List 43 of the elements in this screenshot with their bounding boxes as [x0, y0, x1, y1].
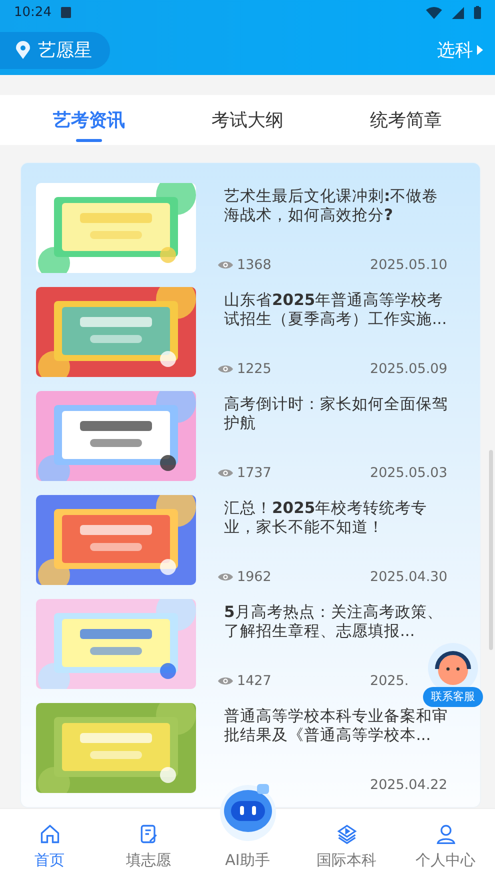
article-title[interactable]: 高考倒计时：家长如何全面保驾护航	[218, 395, 450, 433]
article-title[interactable]: 山东省2025年普通高等学校考试招生（夏季高考）工作实施...	[218, 291, 450, 329]
article-title[interactable]: 汇总！2025年校考转统考专业，家长不能不知道！	[218, 499, 450, 537]
nav-tab[interactable]: AI助手	[198, 776, 297, 880]
article-date: 2025.05.03	[370, 465, 448, 481]
eye-icon	[218, 572, 233, 582]
article-date: 2025.	[370, 673, 410, 689]
user-icon	[434, 823, 456, 845]
article-title[interactable]: 普通高等学校本科专业备案和审批结果及《普通高等学校本...	[218, 707, 450, 745]
layers-icon	[336, 823, 358, 845]
view-count: 1962	[237, 569, 272, 585]
category-tab[interactable]: 艺考资讯	[43, 95, 136, 145]
signal-icon	[452, 6, 464, 18]
eye-icon	[218, 364, 233, 374]
view-count: 1368	[237, 257, 272, 273]
eye-icon	[218, 468, 233, 478]
nav-tab[interactable]: 填志愿	[99, 809, 198, 880]
view-count: 1737	[237, 465, 272, 481]
customer-service-button[interactable]: 联系客服	[423, 643, 483, 707]
eye-icon	[218, 676, 233, 686]
view-count: 1427	[237, 673, 272, 689]
status-time: 10:24	[14, 5, 52, 20]
location-selector[interactable]: 艺愿星	[0, 32, 110, 68]
article-title[interactable]: 5月高考热点：关注高考政策、了解招生章程、志愿填报...	[218, 603, 450, 641]
nav-tab[interactable]: 国际本科	[297, 809, 396, 880]
category-tab[interactable]: 统考简章	[360, 95, 452, 145]
article-date: 2025.04.30	[370, 569, 448, 585]
caret-icon	[477, 45, 483, 55]
location-pin-icon	[16, 41, 30, 59]
view-count: 1225	[237, 361, 272, 377]
home-icon	[38, 823, 60, 845]
eye-icon	[218, 260, 233, 270]
location-text: 艺愿星	[38, 39, 92, 62]
battery-icon	[474, 6, 481, 19]
article-date: 2025.04.22	[370, 777, 448, 793]
nav-tab[interactable]: 个人中心	[396, 809, 495, 880]
nav-tab[interactable]: 首页	[0, 809, 99, 880]
category-tab[interactable]: 考试大纲	[201, 95, 294, 145]
subject-select-button[interactable]: 选科	[437, 38, 483, 62]
article-date: 2025.05.09	[370, 361, 448, 377]
article-date: 2025.05.10	[370, 257, 448, 273]
article-title[interactable]: 艺术生最后文化课冲刺:不做卷海战术，如何高效抢分?	[218, 187, 450, 225]
wifi-icon	[426, 6, 442, 18]
